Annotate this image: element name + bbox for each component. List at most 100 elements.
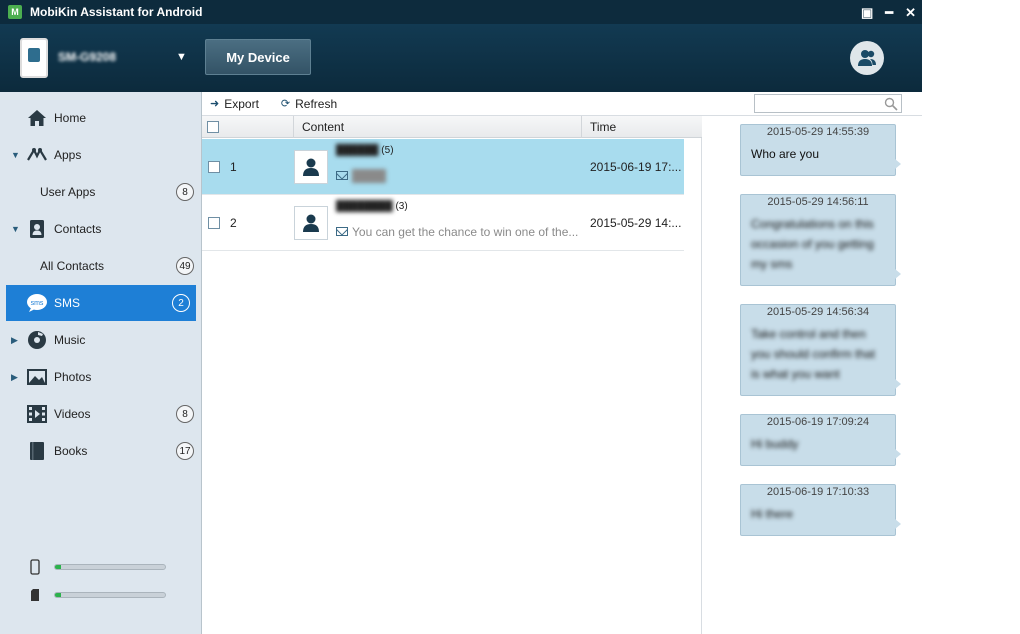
storage-bar [54,592,166,598]
row-checkbox[interactable] [208,161,220,173]
home-icon [26,107,48,129]
count-badge: 49 [176,257,194,275]
app-logo-icon: M [8,5,22,19]
sidebar-item-all-contacts[interactable]: All Contacts 49 [0,248,200,284]
export-icon: ➜ [210,98,220,110]
expand-arrow-icon[interactable]: ▼ [11,224,20,234]
count-badge: 2 [172,294,190,312]
expand-arrow-icon[interactable]: ▶ [11,335,18,346]
title-bar: M MobiKin Assistant for Android ▣ ━ ✕ [0,0,922,24]
expand-arrow-icon[interactable]: ▼ [11,150,20,160]
sidebar-item-label: Home [54,111,87,125]
storage-bar [54,564,166,570]
message-bubble: 2015-05-29 14:56:11 Congratulations on t… [740,194,901,286]
message-preview: You can get the chance to win one of the… [352,225,579,239]
device-name[interactable]: SM-G9208 [58,50,116,64]
message-timestamp: 2015-05-29 14:55:39 [766,126,870,138]
minimize-button[interactable]: ━ [885,6,893,19]
contact-avatar-icon [294,150,328,184]
search-input[interactable] [755,95,875,112]
refresh-button[interactable]: ⟳ Refresh [281,97,337,111]
row-index: 2 [230,216,237,230]
sidebar-item-videos[interactable]: Videos 8 [0,396,200,432]
books-icon [26,440,48,462]
conversation-panel: 2015-05-29 14:55:39 Who are you 2015-05-… [702,116,922,634]
refresh-label: Refresh [295,96,338,111]
sidebar-item-label: Videos [54,407,91,421]
envelope-icon [336,227,348,236]
sidebar-item-apps[interactable]: ▼ Apps [0,137,200,173]
message-timestamp: 2015-05-29 14:56:11 [767,196,869,208]
svg-text:sms: sms [31,300,44,307]
message-bubble: 2015-05-29 14:55:39 Who are you [740,124,901,176]
sidebar-item-label: All Contacts [40,259,105,273]
select-all-checkbox[interactable] [207,121,219,133]
column-header-time[interactable]: Time [582,116,702,138]
storage-fill [55,565,61,569]
sidebar-item-label: Photos [54,370,92,384]
android-device-icon [20,38,48,78]
sidebar-item-books[interactable]: Books 17 [0,433,200,469]
refresh-icon: ⟳ [280,98,291,110]
videos-icon [26,403,48,425]
users-icon [858,50,876,66]
sms-list-panel: Content Time 1 ██████ (5) ████ 2015-06-1… [202,116,702,634]
sidebar-item-label: SMS [54,296,81,310]
count-badge: 17 [176,442,194,460]
sender-name: ██████ (5) [336,145,394,156]
export-button[interactable]: ➜ Export [210,97,259,111]
row-index: 1 [230,160,237,174]
expand-arrow-icon[interactable]: ▶ [11,372,18,383]
message-text: Take control and then you should confirm… [751,327,876,381]
envelope-icon [336,171,348,180]
toolbar: ➜ Export ⟳ Refresh [202,92,922,116]
my-device-button[interactable]: My Device [205,39,311,75]
app-window: M MobiKin Assistant for Android ▣ ━ ✕ SM… [0,0,922,634]
count-badge: 8 [176,183,194,201]
sidebar-item-photos[interactable]: ▶ Photos [0,359,200,395]
sidebar-item-user-apps[interactable]: User Apps 8 [0,174,200,210]
device-dropdown-icon[interactable]: ▼ [176,51,187,63]
sender-name: ████████ (3) [336,201,408,212]
message-text: Hi buddy [751,437,799,451]
sd-storage-indicator [30,588,170,602]
sidebar-item-sms[interactable]: sms SMS 2 [6,285,196,321]
table-row[interactable]: 1 ██████ (5) ████ 2015-06-19 17:... [202,139,684,195]
sd-card-icon [31,589,39,601]
table-row[interactable]: 2 ████████ (3) You can get the chance to… [202,195,684,251]
row-checkbox[interactable] [208,217,220,229]
sidebar-item-home[interactable]: Home [0,100,200,136]
sidebar-item-label: Contacts [54,222,102,236]
sms-icon: sms [26,292,48,314]
sidebar-item-music[interactable]: ▶ Music [0,322,200,358]
message-timestamp: 2015-06-19 17:09:24 [766,416,870,428]
search-box [754,94,902,113]
message-bubble: 2015-06-19 17:09:24 Hi buddy [740,414,901,466]
sidebar-item-label: Music [54,333,86,347]
sidebar-item-label: Apps [54,148,82,162]
sidebar-item-contacts[interactable]: ▼ Contacts [0,211,200,247]
user-account-button[interactable] [850,41,884,75]
sidebar-item-label: Books [54,444,88,458]
message-time: 2015-06-19 17:... [590,160,682,174]
header: SM-G9208 ▼ My Device [0,24,922,92]
contact-avatar-icon [294,206,328,240]
column-header-content[interactable]: Content [294,116,582,138]
message-text: Congratulations on this occasion of you … [751,217,874,271]
message-timestamp: 2015-06-19 17:10:33 [766,486,870,498]
phone-storage-icon [30,559,40,575]
message-bubble: 2015-06-19 17:10:33 Hi there [740,484,901,536]
table-header: Content Time [202,116,702,138]
sidebar: Home ▼ Apps User Apps 8 ▼ Contacts All C… [0,92,202,634]
message-timestamp: 2015-05-29 14:56:34 [766,306,870,318]
message-time: 2015-05-29 14:... [590,216,682,230]
contacts-icon [26,218,48,240]
search-icon[interactable] [884,97,898,111]
close-button[interactable]: ✕ [905,6,916,19]
message-text: Hi there [751,507,794,521]
select-all-column [202,116,294,138]
sidebar-item-label: User Apps [40,185,96,199]
settings-icon[interactable]: ▣ [861,6,873,19]
photos-icon [26,366,48,388]
storage-fill [55,593,61,597]
